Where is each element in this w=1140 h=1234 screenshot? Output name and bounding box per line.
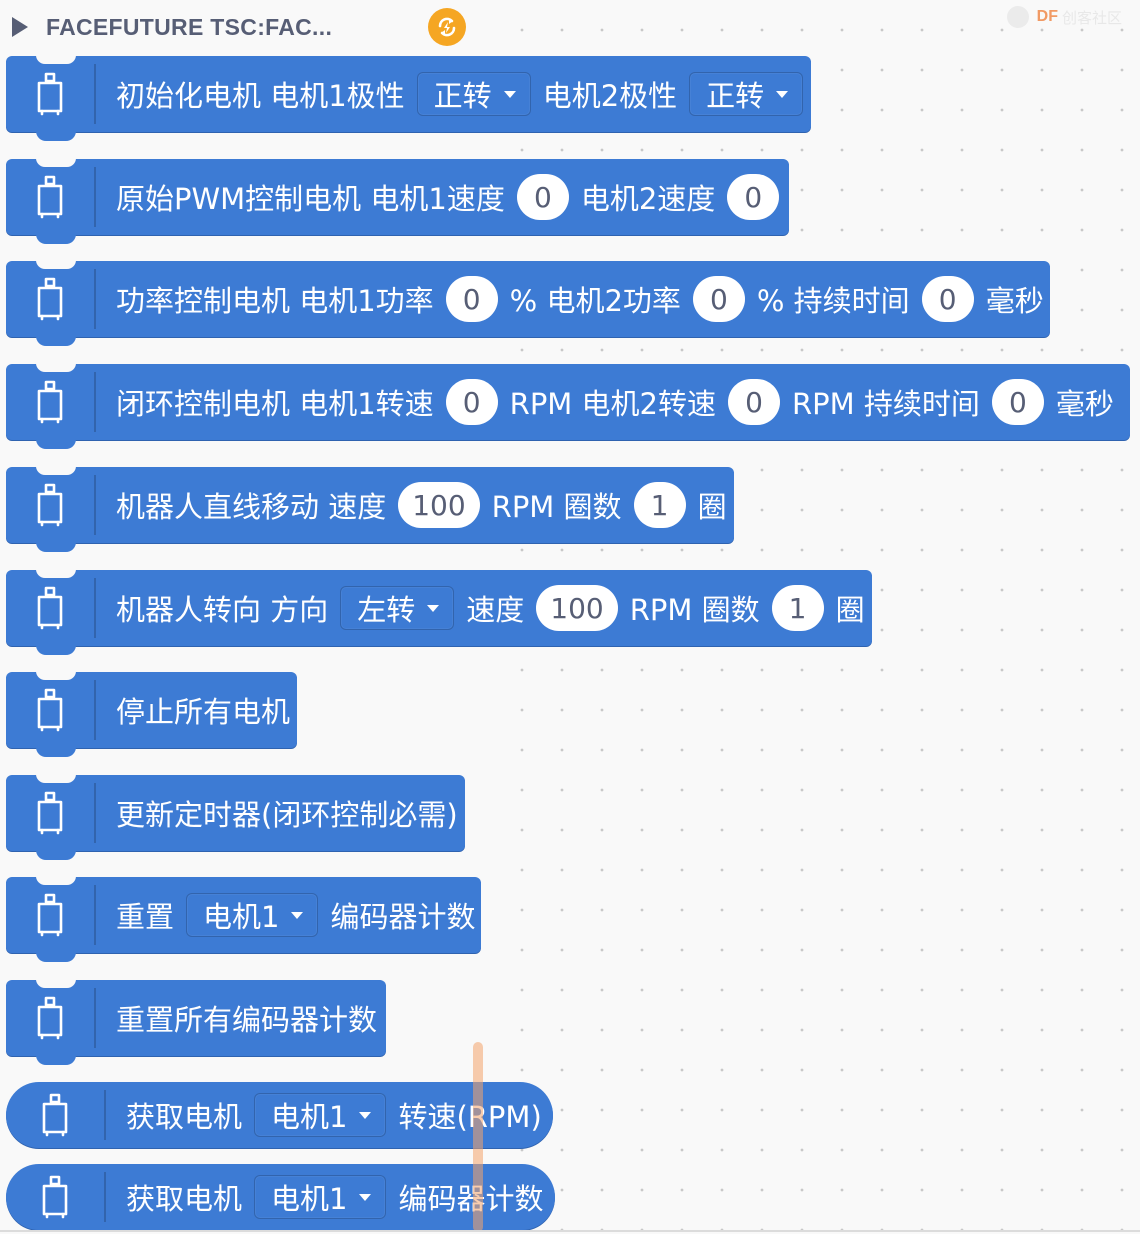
block-text: 电机2极性 bbox=[542, 79, 678, 113]
block-text: RPM 电机2转速 bbox=[509, 387, 716, 421]
power-motor-block[interactable]: 功率控制电机 电机1功率 0 % 电机2功率 0 % 持续时间 0 毫秒 bbox=[6, 260, 1050, 346]
block-text: 机器人直线移动 速度 bbox=[116, 490, 387, 524]
scrollbar-handle[interactable] bbox=[473, 1042, 483, 1232]
block-text: 更新定时器(闭环控制必需) bbox=[116, 798, 458, 832]
caret-down-icon bbox=[503, 90, 516, 98]
laps-input[interactable]: 1 bbox=[771, 585, 824, 631]
caret-down-icon bbox=[359, 1193, 372, 1201]
block-text: 毫秒 bbox=[1055, 387, 1114, 421]
bottle-icon bbox=[6, 877, 94, 953]
motor-select-dropdown[interactable]: 电机1 bbox=[254, 1093, 387, 1137]
speed-input[interactable]: 100 bbox=[536, 585, 618, 631]
laps-input[interactable]: 1 bbox=[633, 482, 686, 528]
dropdown-value: 电机1 bbox=[271, 1182, 348, 1216]
block-text: 获取电机 bbox=[126, 1182, 243, 1216]
caret-down-icon bbox=[359, 1111, 372, 1119]
motor-select-dropdown[interactable]: 电机1 bbox=[186, 893, 319, 937]
dropdown-value: 左转 bbox=[357, 593, 416, 627]
block-text: 原始PWM控制电机 电机1速度 bbox=[116, 182, 505, 216]
bottle-icon bbox=[6, 261, 94, 337]
bottle-icon bbox=[6, 672, 94, 748]
logo-subtitle: 创客社区 bbox=[1061, 8, 1122, 27]
init-motor-block[interactable]: 初始化电机 电机1极性 正转 电机2极性 正转 bbox=[6, 55, 811, 141]
dropdown-value: 电机1 bbox=[203, 900, 280, 934]
block-text: 功率控制电机 电机1功率 bbox=[116, 284, 434, 318]
block-text: 电机2速度 bbox=[580, 182, 716, 216]
bottle-icon bbox=[6, 159, 94, 235]
block-text: 编码器计数 bbox=[398, 1182, 544, 1216]
update-timer-block[interactable]: 更新定时器(闭环控制必需) bbox=[6, 774, 465, 860]
bottle-icon bbox=[6, 364, 94, 440]
reset-encoder-block[interactable]: 重置 电机1 编码器计数 bbox=[6, 876, 481, 962]
block-text: 初始化电机 电机1极性 bbox=[116, 79, 405, 113]
block-text: RPM 持续时间 bbox=[792, 387, 980, 421]
block-text: % 持续时间 bbox=[756, 284, 910, 318]
block-text: % 电机2功率 bbox=[509, 284, 681, 318]
block-palette: FACEFUTURE TSC:FAC... 初始化电机 电机1极性 正转 电机2… bbox=[0, 0, 1130, 1234]
block-text: 圈 bbox=[835, 593, 865, 627]
direction-dropdown[interactable]: 左转 bbox=[340, 586, 455, 630]
bottle-icon bbox=[6, 1164, 104, 1230]
dropdown-value: 正转 bbox=[433, 79, 492, 113]
reset-all-encoders-block[interactable]: 重置所有编码器计数 bbox=[6, 979, 386, 1065]
refresh-icon[interactable] bbox=[428, 8, 466, 46]
robot-turn-block[interactable]: 机器人转向 方向 左转 速度 100 RPM 圈数 1 圈 bbox=[6, 569, 872, 655]
logo-text: DF bbox=[1036, 8, 1058, 25]
block-text: 停止所有电机 bbox=[116, 695, 291, 729]
block-text: RPM 圈数 bbox=[629, 593, 760, 627]
motor1-polarity-dropdown[interactable]: 正转 bbox=[416, 72, 531, 116]
block-text: 毫秒 bbox=[985, 284, 1044, 318]
caret-down-icon bbox=[427, 604, 440, 612]
dropdown-value: 正转 bbox=[706, 79, 765, 113]
motor2-rpm-input[interactable]: 0 bbox=[728, 379, 780, 425]
caret-down-icon bbox=[776, 90, 789, 98]
bottle-icon bbox=[6, 467, 94, 543]
duration-input[interactable]: 0 bbox=[991, 379, 1044, 425]
closed-loop-motor-block[interactable]: 闭环控制电机 电机1转速 0 RPM 电机2转速 0 RPM 持续时间 0 毫秒 bbox=[6, 363, 1130, 449]
block-text: RPM 圈数 bbox=[491, 490, 622, 524]
bottle-icon bbox=[6, 570, 94, 646]
caret-down-icon bbox=[291, 911, 304, 919]
triangle-right-icon[interactable] bbox=[12, 17, 28, 37]
block-text: 获取电机 bbox=[126, 1100, 243, 1134]
motor1-speed-input[interactable]: 0 bbox=[516, 174, 569, 220]
motor2-power-input[interactable]: 0 bbox=[692, 276, 745, 322]
divider bbox=[0, 1230, 1140, 1232]
block-text: 重置 bbox=[116, 900, 175, 934]
block-text: 闭环控制电机 电机1转速 bbox=[116, 387, 434, 421]
motor2-speed-input[interactable]: 0 bbox=[727, 174, 780, 220]
motor2-polarity-dropdown[interactable]: 正转 bbox=[689, 72, 804, 116]
motor1-rpm-input[interactable]: 0 bbox=[445, 379, 498, 425]
category-header[interactable]: FACEFUTURE TSC:FAC... bbox=[12, 10, 332, 44]
block-text: 速度 bbox=[466, 593, 525, 627]
speed-input[interactable]: 100 bbox=[398, 482, 480, 528]
df-logo: DF 创客社区 bbox=[1006, 6, 1122, 28]
pwm-motor-block[interactable]: 原始PWM控制电机 电机1速度 0 电机2速度 0 bbox=[6, 158, 789, 244]
bottle-icon bbox=[6, 980, 94, 1056]
stop-all-motors-block[interactable]: 停止所有电机 bbox=[6, 671, 297, 757]
duration-input[interactable]: 0 bbox=[921, 276, 974, 322]
block-text: 转速(RPM) bbox=[398, 1100, 542, 1134]
block-text: 圈 bbox=[697, 490, 727, 524]
robot-straight-block[interactable]: 机器人直线移动 速度 100 RPM 圈数 1 圈 bbox=[6, 466, 734, 552]
bottle-icon bbox=[6, 56, 94, 132]
bottle-icon bbox=[6, 1082, 104, 1148]
category-title: FACEFUTURE TSC:FAC... bbox=[46, 13, 333, 40]
block-text: 重置所有编码器计数 bbox=[116, 1003, 378, 1037]
dropdown-value: 电机1 bbox=[271, 1100, 348, 1134]
block-text: 编码器计数 bbox=[330, 900, 476, 934]
motor-select-dropdown[interactable]: 电机1 bbox=[254, 1175, 387, 1219]
get-motor-rpm-reporter[interactable]: 获取电机 电机1 转速(RPM) bbox=[6, 1082, 553, 1148]
motor1-power-input[interactable]: 0 bbox=[445, 276, 498, 322]
bottle-icon bbox=[6, 775, 94, 851]
block-text: 机器人转向 方向 bbox=[116, 593, 329, 627]
logo-mark-icon bbox=[1006, 6, 1029, 28]
